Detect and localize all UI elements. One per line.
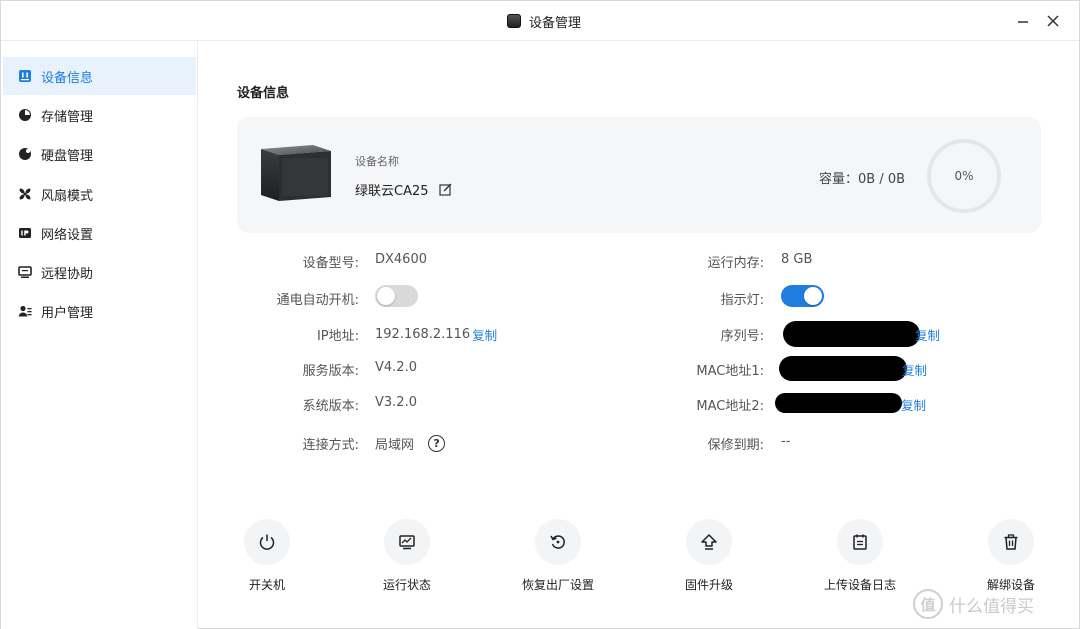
- window-title: 设备管理: [529, 15, 582, 31]
- connection-row: 局域网 ?: [375, 434, 446, 453]
- power-icon: [244, 519, 290, 565]
- redacted-mac2: [775, 393, 902, 413]
- device-name-label: 设备名称: [355, 155, 399, 168]
- status-button[interactable]: 运行状态: [352, 519, 462, 593]
- copy-mac1-link[interactable]: 复制: [902, 360, 927, 379]
- sidebar-item-remote[interactable]: 远程协助: [3, 253, 196, 291]
- users-icon: [17, 303, 33, 319]
- sidebar-item-network[interactable]: 网络设置: [3, 214, 196, 252]
- redacted-mac1: [779, 356, 907, 381]
- memory-value: 8 GB: [781, 252, 813, 267]
- sidebar-item-label: 网络设置: [41, 227, 94, 243]
- power-button[interactable]: 开关机: [212, 519, 322, 593]
- sidebar-item-storage[interactable]: 存储管理: [3, 96, 196, 134]
- connection-label: 连接方式:: [302, 438, 359, 453]
- sidebar-item-disk[interactable]: 硬盘管理: [3, 135, 196, 173]
- mac2-label: MAC地址2:: [696, 399, 764, 414]
- title-wrap: 设备管理: [507, 12, 582, 31]
- sidebar-item-label: 用户管理: [41, 305, 94, 321]
- minimize-icon: [1018, 21, 1028, 23]
- sidebar-item-users[interactable]: 用户管理: [3, 292, 196, 330]
- model-label: 设备型号:: [302, 256, 359, 271]
- device-name: 绿联云CA25: [355, 180, 452, 199]
- watermark-text: 什么值得买: [949, 596, 1034, 617]
- copy-serial-link[interactable]: 复制: [915, 325, 940, 344]
- ip-row: 192.168.2.116 复制: [375, 325, 497, 344]
- capacity-text: 容量：0B / 0B: [819, 172, 906, 187]
- fan-icon: [17, 186, 33, 202]
- sidebar-item-fan[interactable]: 风扇模式: [3, 175, 196, 213]
- close-button[interactable]: [1041, 9, 1065, 33]
- indicator-toggle[interactable]: [781, 285, 824, 307]
- redacted-serial: [783, 321, 920, 347]
- title-bar: 设备管理: [1, 1, 1079, 41]
- sidebar-item-label: 存储管理: [41, 109, 94, 125]
- device-summary-card: 设备名称 绿联云CA25 容量：0B / 0B 0%: [237, 117, 1041, 233]
- action-label: 恢复出厂设置: [521, 578, 594, 592]
- action-label: 固件升级: [684, 578, 733, 592]
- mac2-copy-row: 复制: [901, 395, 926, 414]
- restore-icon: [535, 519, 581, 565]
- sidebar-item-label: 远程协助: [41, 266, 94, 282]
- indicator-label: 指示灯:: [720, 293, 764, 308]
- auto-poweron-label: 通电自动开机:: [276, 293, 359, 308]
- auto-poweron-toggle[interactable]: [375, 285, 418, 307]
- device-name-value: 绿联云CA25: [355, 184, 429, 199]
- mac1-copy-row: 复制: [902, 360, 927, 379]
- upgrade-icon: [686, 519, 732, 565]
- ip-label: IP地址:: [316, 329, 359, 344]
- sidebar-item-device-info[interactable]: 设备信息: [3, 57, 196, 95]
- app-icon: [507, 14, 521, 28]
- warranty-value: --: [781, 434, 791, 449]
- trash-icon: [988, 519, 1034, 565]
- upload-log-button[interactable]: 上传设备日志: [805, 519, 915, 593]
- close-icon: [1047, 15, 1059, 27]
- ip-value: 192.168.2.116: [375, 327, 471, 342]
- service-version-value: V4.2.0: [375, 360, 417, 375]
- copy-ip-link[interactable]: 复制: [472, 325, 497, 344]
- edit-icon[interactable]: [438, 183, 452, 196]
- watermark: 值 什么值得买: [913, 589, 1034, 619]
- sidebar-item-label: 硬盘管理: [41, 148, 94, 164]
- system-version-label: 系统版本:: [302, 399, 359, 414]
- page-title: 设备信息: [237, 86, 290, 101]
- remote-screen-icon: [17, 264, 33, 280]
- help-icon[interactable]: ?: [428, 435, 446, 452]
- memory-label: 运行内存:: [707, 256, 764, 271]
- nas-device-image: [261, 145, 331, 201]
- factory-reset-button[interactable]: 恢复出厂设置: [503, 519, 613, 593]
- action-label: 开关机: [248, 578, 285, 592]
- serial-label: 序列号:: [720, 329, 764, 344]
- main-content: 设备信息 设备名称 绿联云CA25 容量：0B / 0B 0% 设备型号: DX…: [199, 42, 1079, 629]
- toggle-knob: [804, 287, 822, 305]
- sidebar-item-label: 风扇模式: [41, 188, 94, 204]
- warranty-label: 保修到期:: [707, 438, 764, 453]
- toggle-knob: [377, 287, 395, 305]
- device-management-window: 设备管理 设备信息 存储管理 硬盘管理 风扇模式 网络设置 远程协助 用户管理 …: [0, 0, 1080, 629]
- sidebar: 设备信息 存储管理 硬盘管理 风扇模式 网络设置 远程协助 用户管理: [1, 41, 198, 629]
- service-version-label: 服务版本:: [302, 364, 359, 379]
- minimize-button[interactable]: [1011, 9, 1035, 33]
- action-label: 上传设备日志: [823, 578, 896, 592]
- usage-percent: 0%: [954, 169, 974, 183]
- connection-value: 局域网: [375, 438, 415, 453]
- sidebar-item-label: 设备信息: [41, 70, 94, 86]
- unbind-device-button[interactable]: 解绑设备: [956, 519, 1066, 593]
- log-icon: [837, 519, 883, 565]
- serial-copy-row: 复制: [915, 325, 940, 344]
- ip-icon: [17, 225, 33, 241]
- model-value: DX4600: [375, 252, 427, 267]
- firmware-upgrade-button[interactable]: 固件升级: [654, 519, 764, 593]
- device-info-icon: [17, 68, 33, 84]
- watermark-logo: 值: [913, 589, 943, 619]
- system-version-value: V3.2.0: [375, 395, 417, 410]
- action-label: 运行状态: [382, 578, 431, 592]
- copy-mac2-link[interactable]: 复制: [901, 395, 926, 414]
- mac1-label: MAC地址1:: [696, 364, 764, 379]
- disk-icon: [17, 146, 33, 162]
- monitor-icon: [384, 519, 430, 565]
- pie-chart-icon: [17, 107, 33, 123]
